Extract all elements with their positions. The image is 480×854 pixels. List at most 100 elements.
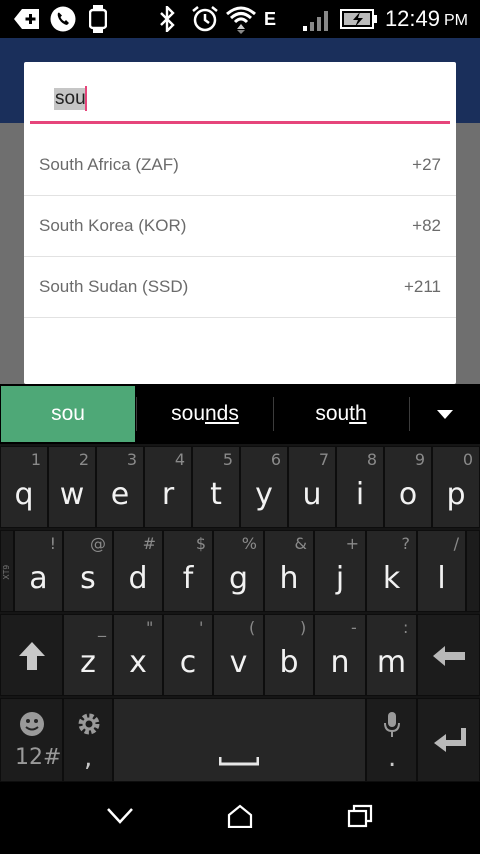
key-label: m [376,645,407,680]
suggestion-item[interactable]: sou nds [137,384,273,444]
key-label: l [437,561,446,596]
microphone-icon [383,711,401,744]
key-hint: - [351,618,357,637]
key-p[interactable]: 0p [432,446,480,528]
numbers-emoji-key[interactable]: 12# [0,698,63,782]
key-label: b [279,645,299,680]
shift-key[interactable] [0,614,63,696]
text-cursor [85,86,87,111]
key-hint: ) [300,618,307,637]
key-hint: ( [249,618,256,637]
key-o[interactable]: 9o [384,446,432,528]
country-search-dialog: sou South Africa (ZAF) +27 South Korea (… [24,62,456,384]
space-key[interactable] [113,698,366,782]
country-name: South Africa (ZAF) [39,155,179,174]
key-hint: 2 [78,450,89,469]
country-dial-code: +211 [403,277,441,296]
country-name: South Sudan (SSD) [39,277,189,296]
key-l[interactable]: / l [417,530,466,612]
key-c[interactable]: ' c [163,614,213,696]
backspace-key[interactable] [417,614,480,696]
country-result-item[interactable]: South Korea (KOR) +82 [24,196,456,257]
navigation-bar [0,782,480,854]
comma-key-label: , [84,743,93,773]
suggestion-selected-label: sou [51,402,85,425]
key-i[interactable]: 8i [336,446,384,528]
key-q[interactable]: 1q [0,446,48,528]
key-hint: 1 [30,450,41,469]
key-k[interactable]: ? k [366,530,417,612]
key-u[interactable]: 7u [288,446,336,528]
key-hint: 5 [222,450,233,469]
key-z[interactable]: _ z [63,614,113,696]
wifi-icon [224,0,258,38]
key-hint: : [403,618,409,637]
key-label: q [14,477,34,512]
key-d[interactable]: # d [113,530,163,612]
key-label: e [110,477,130,512]
country-search-input[interactable]: sou [30,80,450,124]
key-label: x [129,645,147,680]
key-label: o [398,477,418,512]
back-button[interactable] [80,782,160,854]
enter-icon [433,727,467,758]
key-hint: + [345,534,359,553]
key-hint: @ [90,534,106,553]
status-bar: E 12:49 PM [0,0,480,38]
key-label: h [279,561,299,596]
key-m[interactable]: :m [366,614,417,696]
clock-time: 12:49 [384,6,440,31]
key-v[interactable]: (v [213,614,264,696]
period-key-label: . [388,743,397,773]
key-hint: ? [401,534,411,553]
suggestion-item[interactable]: sou th [274,384,408,444]
soft-keyboard: 1q 2w 3e 4r 5t 6y 7u 8i 9o 0p XT9 ! a @ s … [0,444,480,782]
mic-period-key[interactable]: . [366,698,417,782]
key-hint: # [142,534,156,553]
key-label: y [255,477,273,512]
battery-charging-icon [340,0,378,38]
key-hint: 7 [318,450,329,469]
clock-ampm: PM [444,12,468,29]
home-button[interactable] [200,782,280,854]
keyboard-right-edge [466,530,480,612]
key-hint: 0 [462,450,473,469]
suggestion-completion: th [349,402,367,425]
recent-apps-button[interactable] [320,782,400,854]
key-e[interactable]: 3e [96,446,144,528]
key-r[interactable]: 4r [144,446,192,528]
key-label: j [335,561,345,596]
more-suggestions-button[interactable] [410,384,480,444]
suggestion-selected[interactable]: sou [1,386,135,442]
home-icon [227,804,253,833]
key-g[interactable]: % g [213,530,264,612]
country-result-item[interactable]: South Sudan (SSD) +211 [24,257,456,318]
xt9-edge: XT9 [0,530,14,612]
suggestion-strip: sou sou nds sou th [0,384,480,444]
settings-comma-key[interactable]: , [63,698,113,782]
key-hint: 4 [174,450,185,469]
key-y[interactable]: 6y [240,446,288,528]
key-j[interactable]: + j [314,530,366,612]
key-s[interactable]: @ s [63,530,113,612]
key-f[interactable]: $ f [163,530,213,612]
key-w[interactable]: 2w [48,446,96,528]
key-h[interactable]: & h [264,530,314,612]
country-results-list: South Africa (ZAF) +27 South Korea (KOR)… [24,135,456,318]
network-type: E [263,8,276,29]
key-label: p [446,477,466,512]
key-hint: $ [195,534,206,553]
triangle-down-icon [437,402,453,426]
key-label: f [182,561,194,596]
recent-apps-icon [347,804,373,833]
key-hint: ! [49,534,56,553]
key-x[interactable]: " x [113,614,163,696]
key-t[interactable]: 5t [192,446,240,528]
status-clock: 12:49 PM [385,0,468,38]
country-result-item[interactable]: South Africa (ZAF) +27 [24,135,456,196]
key-a[interactable]: ! a [14,530,63,612]
suggestion-prefix: sou [315,402,350,425]
key-n[interactable]: -n [314,614,366,696]
enter-key[interactable] [417,698,480,782]
key-b[interactable]: ) b [264,614,314,696]
